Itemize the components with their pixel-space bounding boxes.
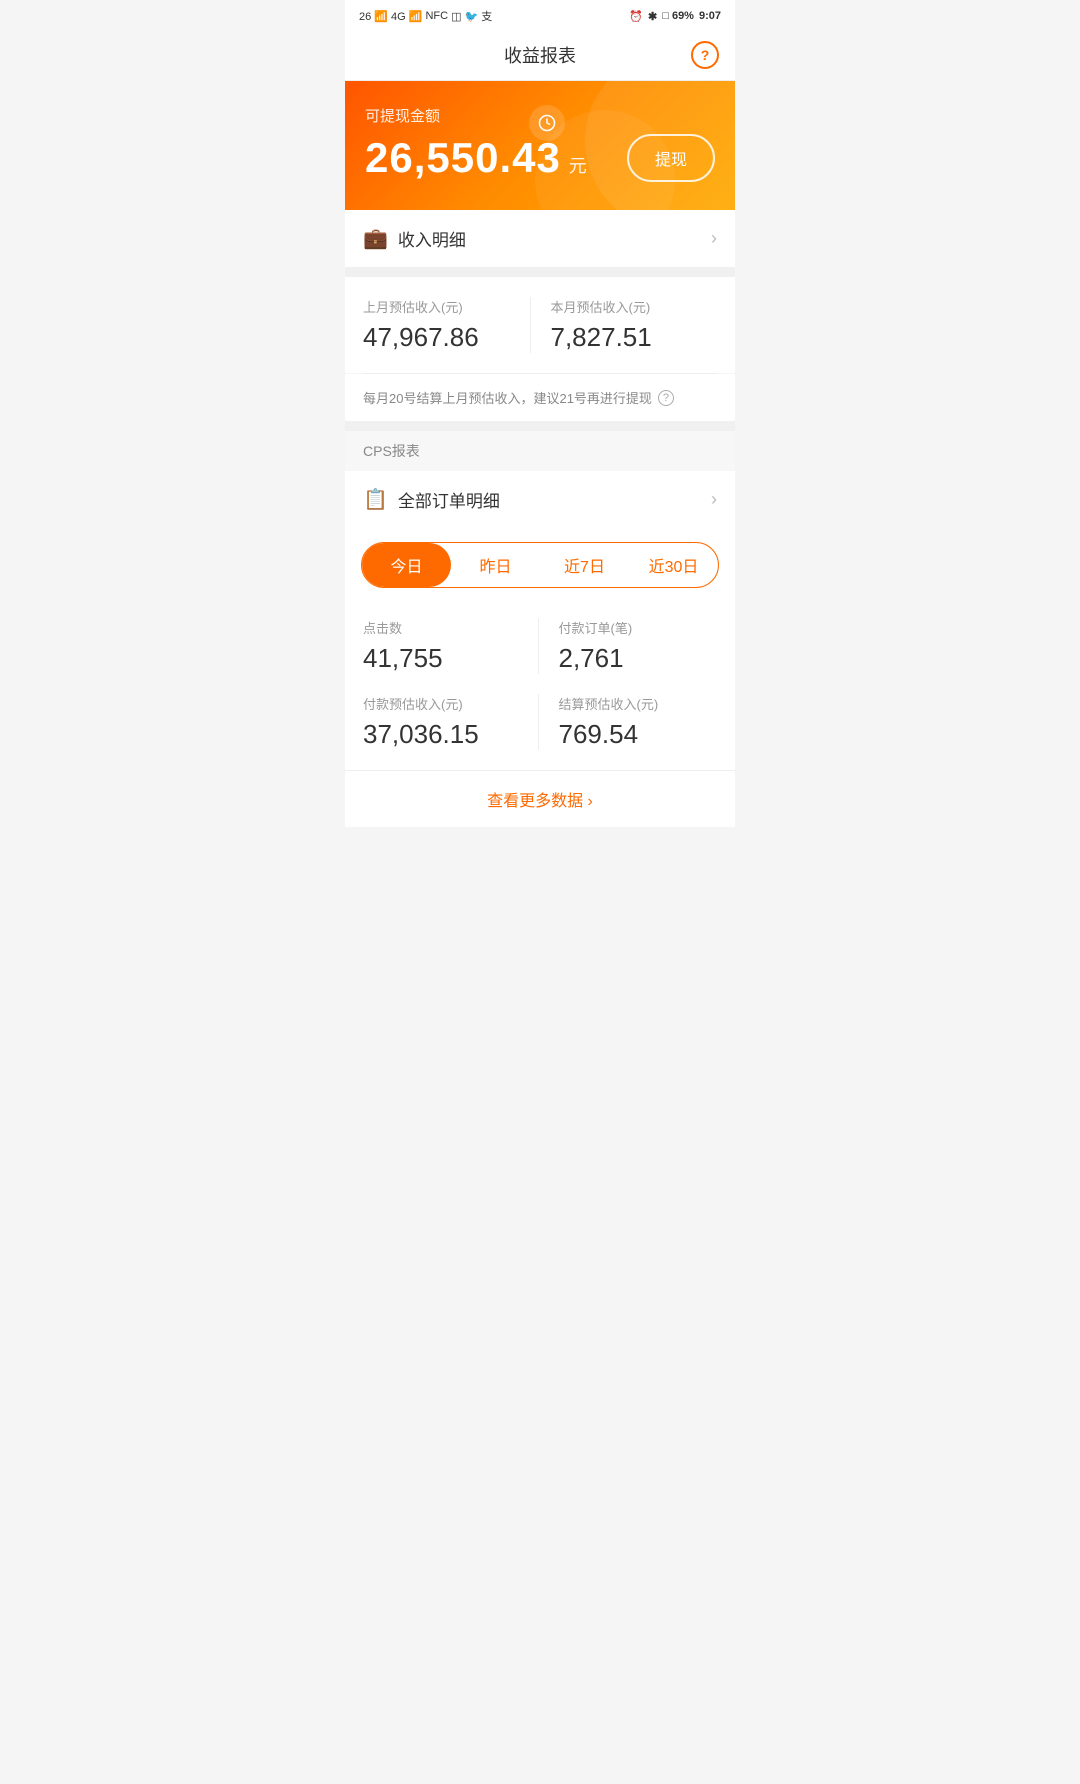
other-icons: ◫ 🐦 支 [451,8,492,24]
nfc-icon: NFC [425,10,448,22]
status-bar: 26 📶 4G 📶 NFC ◫ 🐦 支 ⏰ ✱ □ 69% 9:07 [345,0,735,30]
monthly-stats-section: 上月预估收入(元) 47,967.86 本月预估收入(元) 7,827.51 [345,277,735,373]
amount-display: 26,550.43 元 [365,134,587,182]
income-detail-label: 收入明细 [398,226,711,251]
notice-bar: 每月20号结算上月预估收入，建议21号再进行提现 ? [345,374,735,421]
withdraw-button[interactable]: 提现 [627,134,715,182]
signal-icons: 26 📶 4G 📶 [359,10,422,23]
tab-7days[interactable]: 近7日 [540,543,629,587]
last-month-label: 上月预估收入(元) [363,297,520,316]
pay-est-col: 付款预估收入(元) 37,036.15 [363,694,539,750]
clock-icon: ⏰ [629,10,643,23]
pay-est-label: 付款预估收入(元) [363,694,522,713]
settle-est-value: 769.54 [559,719,718,750]
notice-help-icon[interactable]: ? [658,390,674,406]
this-month-col: 本月预估收入(元) 7,827.51 [531,297,718,353]
pay-est-value: 37,036.15 [363,719,522,750]
tab-yesterday[interactable]: 昨日 [451,543,540,587]
help-button[interactable]: ? [691,41,719,69]
orders-icon: 📋 [363,487,388,512]
this-month-label: 本月预估收入(元) [551,297,708,316]
orders-value: 2,761 [559,643,718,674]
this-month-value: 7,827.51 [551,322,708,353]
stats-row-2: 付款预估收入(元) 37,036.15 结算预估收入(元) 769.54 [363,694,717,750]
tab-today[interactable]: 今日 [362,543,451,587]
last-month-col: 上月预估收入(元) 47,967.86 [363,297,531,353]
monthly-stats-row: 上月预估收入(元) 47,967.86 本月预估收入(元) 7,827.51 [363,297,717,353]
amount-unit: 元 [569,156,587,176]
cps-header-label: CPS报表 [363,443,420,459]
status-right: ⏰ ✱ □ 69% 9:07 [629,10,721,23]
more-data-row: 查看更多数据 › [345,770,735,827]
wallet-icon: 💼 [363,226,388,251]
clicks-label: 点击数 [363,618,522,637]
amount-row: 26,550.43 元 提现 [365,134,715,182]
bluetooth-icon: ✱ [648,10,657,23]
status-left: 26 📶 4G 📶 NFC ◫ 🐦 支 [359,8,492,24]
tabs-container: 今日 昨日 近7日 近30日 [345,528,735,602]
stats-row-1: 点击数 41,755 付款订单(笔) 2,761 [363,618,717,674]
clicks-value: 41,755 [363,643,522,674]
nav-bar: 收益报表 ? [345,30,735,81]
tab-30days[interactable]: 近30日 [629,543,718,587]
clicks-col: 点击数 41,755 [363,618,539,674]
orders-label: 付款订单(笔) [559,618,718,637]
circle-decoration [529,105,565,141]
amount-value: 26,550.43 [365,134,561,181]
battery-icon: □ 69% [662,10,694,22]
more-data-link[interactable]: 查看更多数据 › [487,787,593,811]
all-orders-item[interactable]: 📋 全部订单明细 › [345,471,735,528]
time-display: 9:07 [699,10,721,22]
all-orders-label: 全部订单明细 [398,487,711,512]
divider-2 [345,421,735,431]
today-stats-grid: 点击数 41,755 付款订单(笔) 2,761 付款预估收入(元) 37,03… [345,602,735,770]
notice-text: 每月20号结算上月预估收入，建议21号再进行提现 [363,388,652,407]
orders-col: 付款订单(笔) 2,761 [539,618,718,674]
settle-est-col: 结算预估收入(元) 769.54 [539,694,718,750]
last-month-value: 47,967.86 [363,322,520,353]
orders-arrow-icon: › [711,489,717,510]
arrow-right-icon: › [711,228,717,249]
page-title: 收益报表 [504,42,576,68]
settle-est-label: 结算预估收入(元) [559,694,718,713]
divider-1 [345,267,735,277]
income-detail-item[interactable]: 💼 收入明细 › [345,210,735,267]
period-tabs: 今日 昨日 近7日 近30日 [361,542,719,588]
cps-section-header: CPS报表 [345,431,735,471]
hero-banner: 可提现金额 26,550.43 元 提现 [345,81,735,210]
